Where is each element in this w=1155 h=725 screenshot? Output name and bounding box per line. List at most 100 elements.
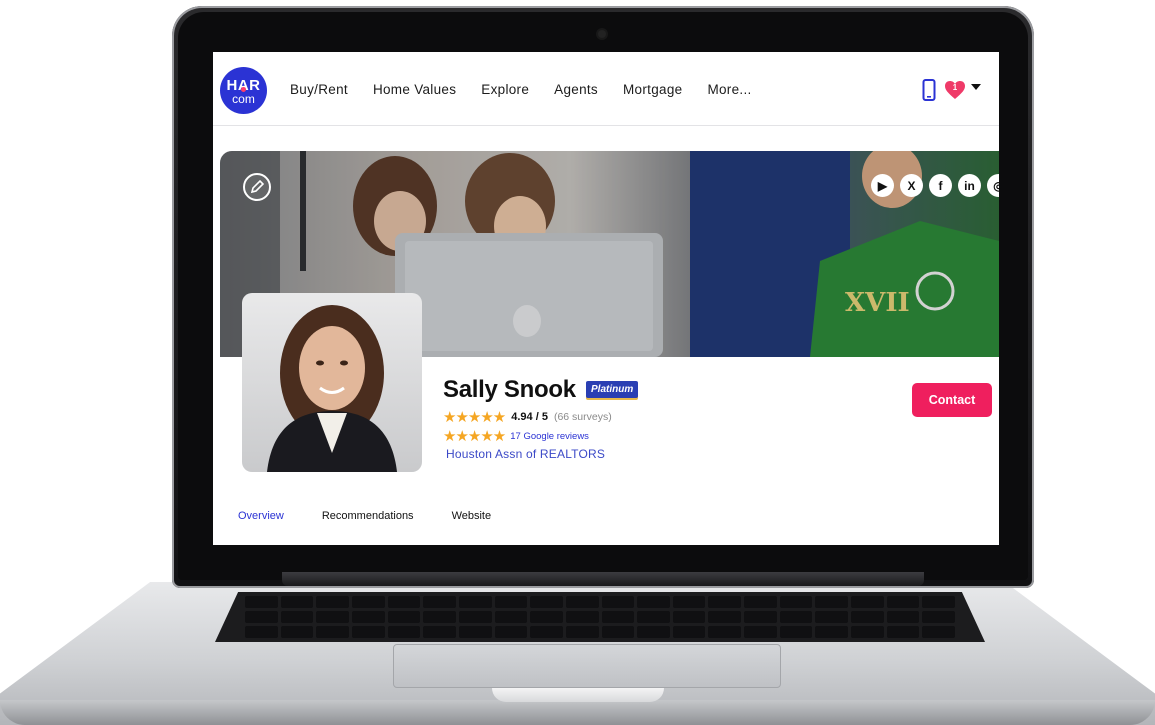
keyboard-key	[387, 611, 421, 623]
agent-name: Sally Snook	[443, 376, 576, 403]
pencil-icon	[250, 180, 264, 194]
keyboard-key	[280, 596, 314, 608]
rating-value: 4.94 / 5	[511, 411, 548, 423]
keyboard-key	[672, 626, 706, 638]
keyboard-key	[245, 626, 278, 638]
keyboard-key	[708, 611, 742, 623]
nav-more[interactable]: More...	[707, 82, 751, 97]
main-menu: Buy/Rent Home Values Explore Agents Mort…	[290, 82, 777, 97]
edit-cover-button[interactable]	[243, 173, 271, 201]
agent-portrait-art	[267, 305, 397, 472]
keyboard-key	[245, 596, 278, 608]
keyboard-key	[922, 626, 955, 638]
keyboard-key	[601, 611, 635, 623]
keyboard-key	[672, 596, 706, 608]
keyboard-key	[672, 611, 706, 623]
keyboard-key	[779, 611, 813, 623]
keyboard-key	[637, 596, 670, 608]
keyboard-key	[708, 626, 742, 638]
platinum-badge: Platinum	[586, 381, 639, 398]
logo-dot	[241, 87, 246, 92]
keyboard-key	[316, 611, 349, 623]
instagram-icon[interactable]: ◎	[987, 174, 999, 197]
google-stars: ★★★★★	[443, 428, 506, 445]
tab-recommendations[interactable]: Recommendations	[322, 510, 414, 522]
keyboard-key	[351, 611, 385, 623]
keyboard-key	[316, 626, 349, 638]
survey-count[interactable]: (66 surveys)	[554, 411, 612, 423]
nav-home-values[interactable]: Home Values	[373, 82, 456, 97]
keyboard-key	[494, 596, 528, 608]
contact-button[interactable]: Contact	[912, 383, 992, 417]
keyboard-key	[744, 596, 777, 608]
keyboard-key	[387, 626, 421, 638]
nav-buy-rent[interactable]: Buy/Rent	[290, 82, 348, 97]
keyboard-key	[637, 611, 670, 623]
survey-rating-row: ★★★★★ 4.94 / 5 (66 surveys)	[443, 409, 612, 426]
keyboard-key	[708, 596, 742, 608]
keyboard-key	[851, 626, 884, 638]
keyboard-key	[423, 596, 456, 608]
profile-tabs: Overview Recommendations Website	[238, 510, 529, 522]
keyboard-key	[886, 611, 920, 623]
nav-explore[interactable]: Explore	[481, 82, 529, 97]
keyboard-key	[458, 596, 492, 608]
nav-agents[interactable]: Agents	[554, 82, 598, 97]
keyboard-key	[922, 596, 955, 608]
keyboard-key	[744, 626, 777, 638]
keyboard-key	[815, 626, 849, 638]
laptop-trackpad	[393, 644, 781, 688]
tab-overview[interactable]: Overview	[238, 510, 284, 522]
keyboard-key	[458, 626, 492, 638]
keyboard-key	[280, 611, 314, 623]
keyboard-key	[280, 626, 314, 638]
keyboard-key	[494, 611, 528, 623]
mobile-phone-icon[interactable]	[922, 79, 936, 101]
keyboard-key	[886, 626, 920, 638]
survey-stars: ★★★★★	[443, 409, 506, 426]
keyboard-key	[387, 596, 421, 608]
laptop-notch	[492, 688, 664, 702]
webcam	[598, 30, 606, 38]
keyboard-key	[601, 626, 635, 638]
keyboard-key	[851, 596, 884, 608]
facebook-icon[interactable]: f	[929, 174, 952, 197]
youtube-icon[interactable]: ▶	[871, 174, 894, 197]
keyboard-key	[423, 611, 456, 623]
agent-avatar	[242, 293, 422, 472]
keyboard-key	[851, 611, 884, 623]
linkedin-icon[interactable]: in	[958, 174, 981, 197]
har-logo[interactable]: HAR com	[220, 67, 267, 114]
social-links: ▶ X f in ◎	[871, 174, 999, 197]
keyboard-key	[565, 596, 599, 608]
association-link[interactable]: Houston Assn of REALTORS	[446, 447, 605, 461]
keyboard-key	[779, 626, 813, 638]
browser-screen: HAR com Buy/Rent Home Values Explore Age…	[213, 52, 999, 545]
chevron-down-icon[interactable]	[971, 84, 981, 91]
keyboard-key	[316, 596, 349, 608]
keyboard-key	[530, 596, 563, 608]
keyboard-key	[351, 596, 385, 608]
tab-website[interactable]: Website	[452, 510, 492, 522]
keyboard-key	[494, 626, 528, 638]
laptop-base-edge	[0, 700, 1155, 725]
keyboard-key	[423, 626, 456, 638]
keyboard-key	[922, 611, 955, 623]
keyboard-key	[565, 611, 599, 623]
keyboard-key	[565, 626, 599, 638]
keyboard-key	[744, 611, 777, 623]
favorites-count: 1	[952, 83, 958, 92]
keyboard-key	[245, 611, 278, 623]
keyboard-key	[779, 596, 813, 608]
nav-mortgage[interactable]: Mortgage	[623, 82, 682, 97]
keyboard-key	[530, 611, 563, 623]
x-twitter-icon[interactable]: X	[900, 174, 923, 197]
google-reviews-link[interactable]: 17 Google reviews	[510, 431, 589, 442]
keyboard-key	[815, 596, 849, 608]
keyboard-key	[637, 626, 670, 638]
keyboard-key	[601, 596, 635, 608]
laptop-hinge	[282, 572, 924, 586]
keyboard-key	[458, 611, 492, 623]
keyboard-key	[815, 611, 849, 623]
keyboard-key	[886, 596, 920, 608]
